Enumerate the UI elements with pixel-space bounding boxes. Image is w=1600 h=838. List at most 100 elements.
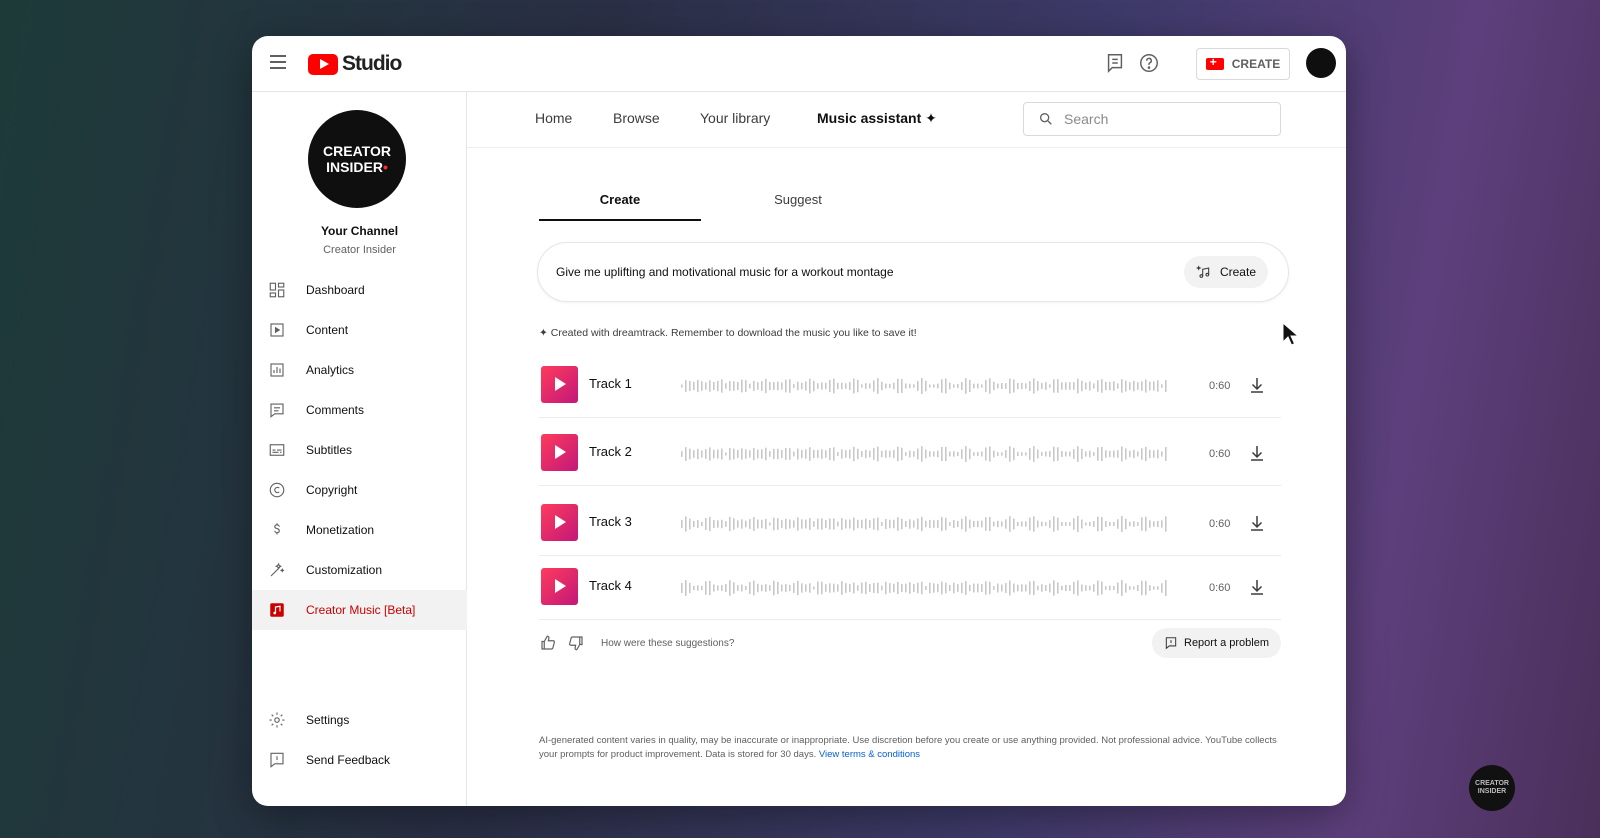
waveform-bar bbox=[1025, 521, 1027, 527]
play-button[interactable] bbox=[541, 504, 578, 541]
tab-browse[interactable]: Browse bbox=[613, 110, 660, 126]
track-row: Track 2 0:60 bbox=[539, 422, 1281, 486]
sidebar-item-analytics[interactable]: Analytics bbox=[252, 350, 467, 390]
download-icon[interactable] bbox=[1249, 376, 1265, 394]
waveform-bar bbox=[745, 520, 747, 528]
subtab-suggest[interactable]: Suggest bbox=[717, 192, 879, 219]
waveform-bar bbox=[1121, 379, 1123, 393]
prompt-box[interactable]: Give me uplifting and motivational music… bbox=[537, 242, 1289, 302]
sidebar-item-label: Dashboard bbox=[306, 283, 365, 297]
waveform-bar bbox=[781, 584, 783, 592]
waveform-bar bbox=[861, 582, 863, 594]
waveform-bar bbox=[1041, 452, 1043, 456]
sidebar-item-copyright[interactable]: Copyright bbox=[252, 470, 467, 510]
waveform-bar bbox=[697, 379, 699, 393]
download-icon[interactable] bbox=[1249, 444, 1265, 462]
studio-logo[interactable]: Studio bbox=[308, 52, 402, 76]
waveform-bar bbox=[1129, 382, 1131, 390]
tab-your-library[interactable]: Your library bbox=[700, 110, 770, 126]
waveform-bar bbox=[757, 382, 759, 390]
menu-icon[interactable] bbox=[270, 55, 286, 69]
play-button[interactable] bbox=[541, 434, 578, 471]
account-avatar[interactable] bbox=[1306, 48, 1336, 78]
sidebar-item-content[interactable]: Content bbox=[252, 310, 467, 350]
waveform-bar bbox=[985, 447, 987, 461]
waveform-bar bbox=[917, 448, 919, 460]
tab-home[interactable]: Home bbox=[535, 110, 572, 126]
waveform-bar bbox=[1025, 383, 1027, 389]
sidebar-item-send-feedback[interactable]: Send Feedback bbox=[252, 740, 467, 780]
waveform-bar bbox=[729, 447, 731, 461]
sidebar-item-monetization[interactable]: Monetization bbox=[252, 510, 467, 550]
waveform-bar bbox=[953, 384, 955, 388]
waveform-bar bbox=[913, 384, 915, 388]
waveform-bar bbox=[821, 449, 823, 459]
subtab-create[interactable]: Create bbox=[539, 192, 701, 221]
terms-link[interactable]: View terms & conditions bbox=[819, 749, 920, 760]
sidebar-item-customization[interactable]: Customization bbox=[252, 550, 467, 590]
tab-music-assistant[interactable]: Music assistant ✦ bbox=[817, 110, 937, 127]
waveform-bar bbox=[1145, 516, 1147, 532]
avatar-text-line2: INSIDER bbox=[326, 159, 383, 175]
waveform-bar bbox=[877, 446, 879, 462]
waveform-bar bbox=[957, 383, 959, 389]
search-box[interactable] bbox=[1023, 102, 1281, 136]
feedback-flag-icon[interactable] bbox=[1104, 52, 1126, 74]
waveform-bar bbox=[845, 383, 847, 389]
waveform-bar bbox=[1097, 516, 1099, 532]
waveform-bar bbox=[965, 378, 967, 394]
waveform-bar bbox=[945, 517, 947, 531]
waveform-bar bbox=[1009, 516, 1011, 532]
report-problem-button[interactable]: Report a problem bbox=[1152, 628, 1281, 658]
waveform-bar bbox=[821, 581, 823, 595]
waveform-bar bbox=[1125, 448, 1127, 460]
waveform-bar bbox=[925, 449, 927, 459]
track-duration: 0:60 bbox=[1209, 518, 1231, 530]
prompt-create-button[interactable]: Create bbox=[1183, 256, 1268, 288]
sidebar-item-subtitles[interactable]: Subtitles bbox=[252, 430, 467, 470]
waveform-bar bbox=[953, 451, 955, 457]
waveform-bar bbox=[825, 450, 827, 458]
download-icon[interactable] bbox=[1249, 578, 1265, 596]
waveform-bar bbox=[777, 448, 779, 460]
play-button[interactable] bbox=[541, 366, 578, 403]
waveform-bar bbox=[805, 584, 807, 592]
waveform-bar bbox=[973, 583, 975, 593]
waveform[interactable] bbox=[679, 510, 1169, 538]
waveform-bar bbox=[905, 583, 907, 593]
waveform-bar bbox=[981, 584, 983, 592]
play-button[interactable] bbox=[541, 568, 578, 605]
waveform-bar bbox=[709, 516, 711, 532]
thumbs-up-icon[interactable] bbox=[539, 634, 557, 652]
copyright-icon bbox=[269, 482, 285, 498]
waveform-bar bbox=[1061, 382, 1063, 390]
help-icon[interactable] bbox=[1138, 52, 1160, 74]
sidebar-item-dashboard[interactable]: Dashboard bbox=[252, 270, 467, 310]
waveform-bar bbox=[1113, 521, 1115, 527]
waveform-bar bbox=[929, 451, 931, 457]
create-button[interactable]: CREATE bbox=[1196, 48, 1290, 80]
waveform-bar bbox=[953, 582, 955, 594]
waveform-bar bbox=[1113, 585, 1115, 591]
waveform-bar bbox=[849, 519, 851, 529]
waveform-bar bbox=[1049, 451, 1051, 457]
sidebar-item-creator-music[interactable]: Creator Music [Beta] bbox=[252, 590, 467, 630]
channel-avatar[interactable]: CREATOR INSIDER• bbox=[308, 110, 406, 208]
waveform-bar bbox=[1069, 382, 1071, 390]
waveform[interactable] bbox=[679, 574, 1169, 602]
waveform-bar bbox=[1053, 446, 1055, 462]
waveform-bar bbox=[1065, 451, 1067, 457]
waveform-bar bbox=[705, 449, 707, 459]
waveform[interactable] bbox=[679, 372, 1169, 400]
download-icon[interactable] bbox=[1249, 514, 1265, 532]
waveform[interactable] bbox=[679, 440, 1169, 468]
search-input[interactable] bbox=[1064, 111, 1264, 127]
waveform-bar bbox=[1021, 382, 1023, 390]
waveform-bar bbox=[885, 518, 887, 530]
thumbs-down-icon[interactable] bbox=[567, 634, 585, 652]
waveform-bar bbox=[837, 452, 839, 456]
waveform-bar bbox=[881, 381, 883, 391]
waveform-bar bbox=[853, 446, 855, 462]
sidebar-item-comments[interactable]: Comments bbox=[252, 390, 467, 430]
sidebar-item-settings[interactable]: Settings bbox=[252, 700, 467, 740]
